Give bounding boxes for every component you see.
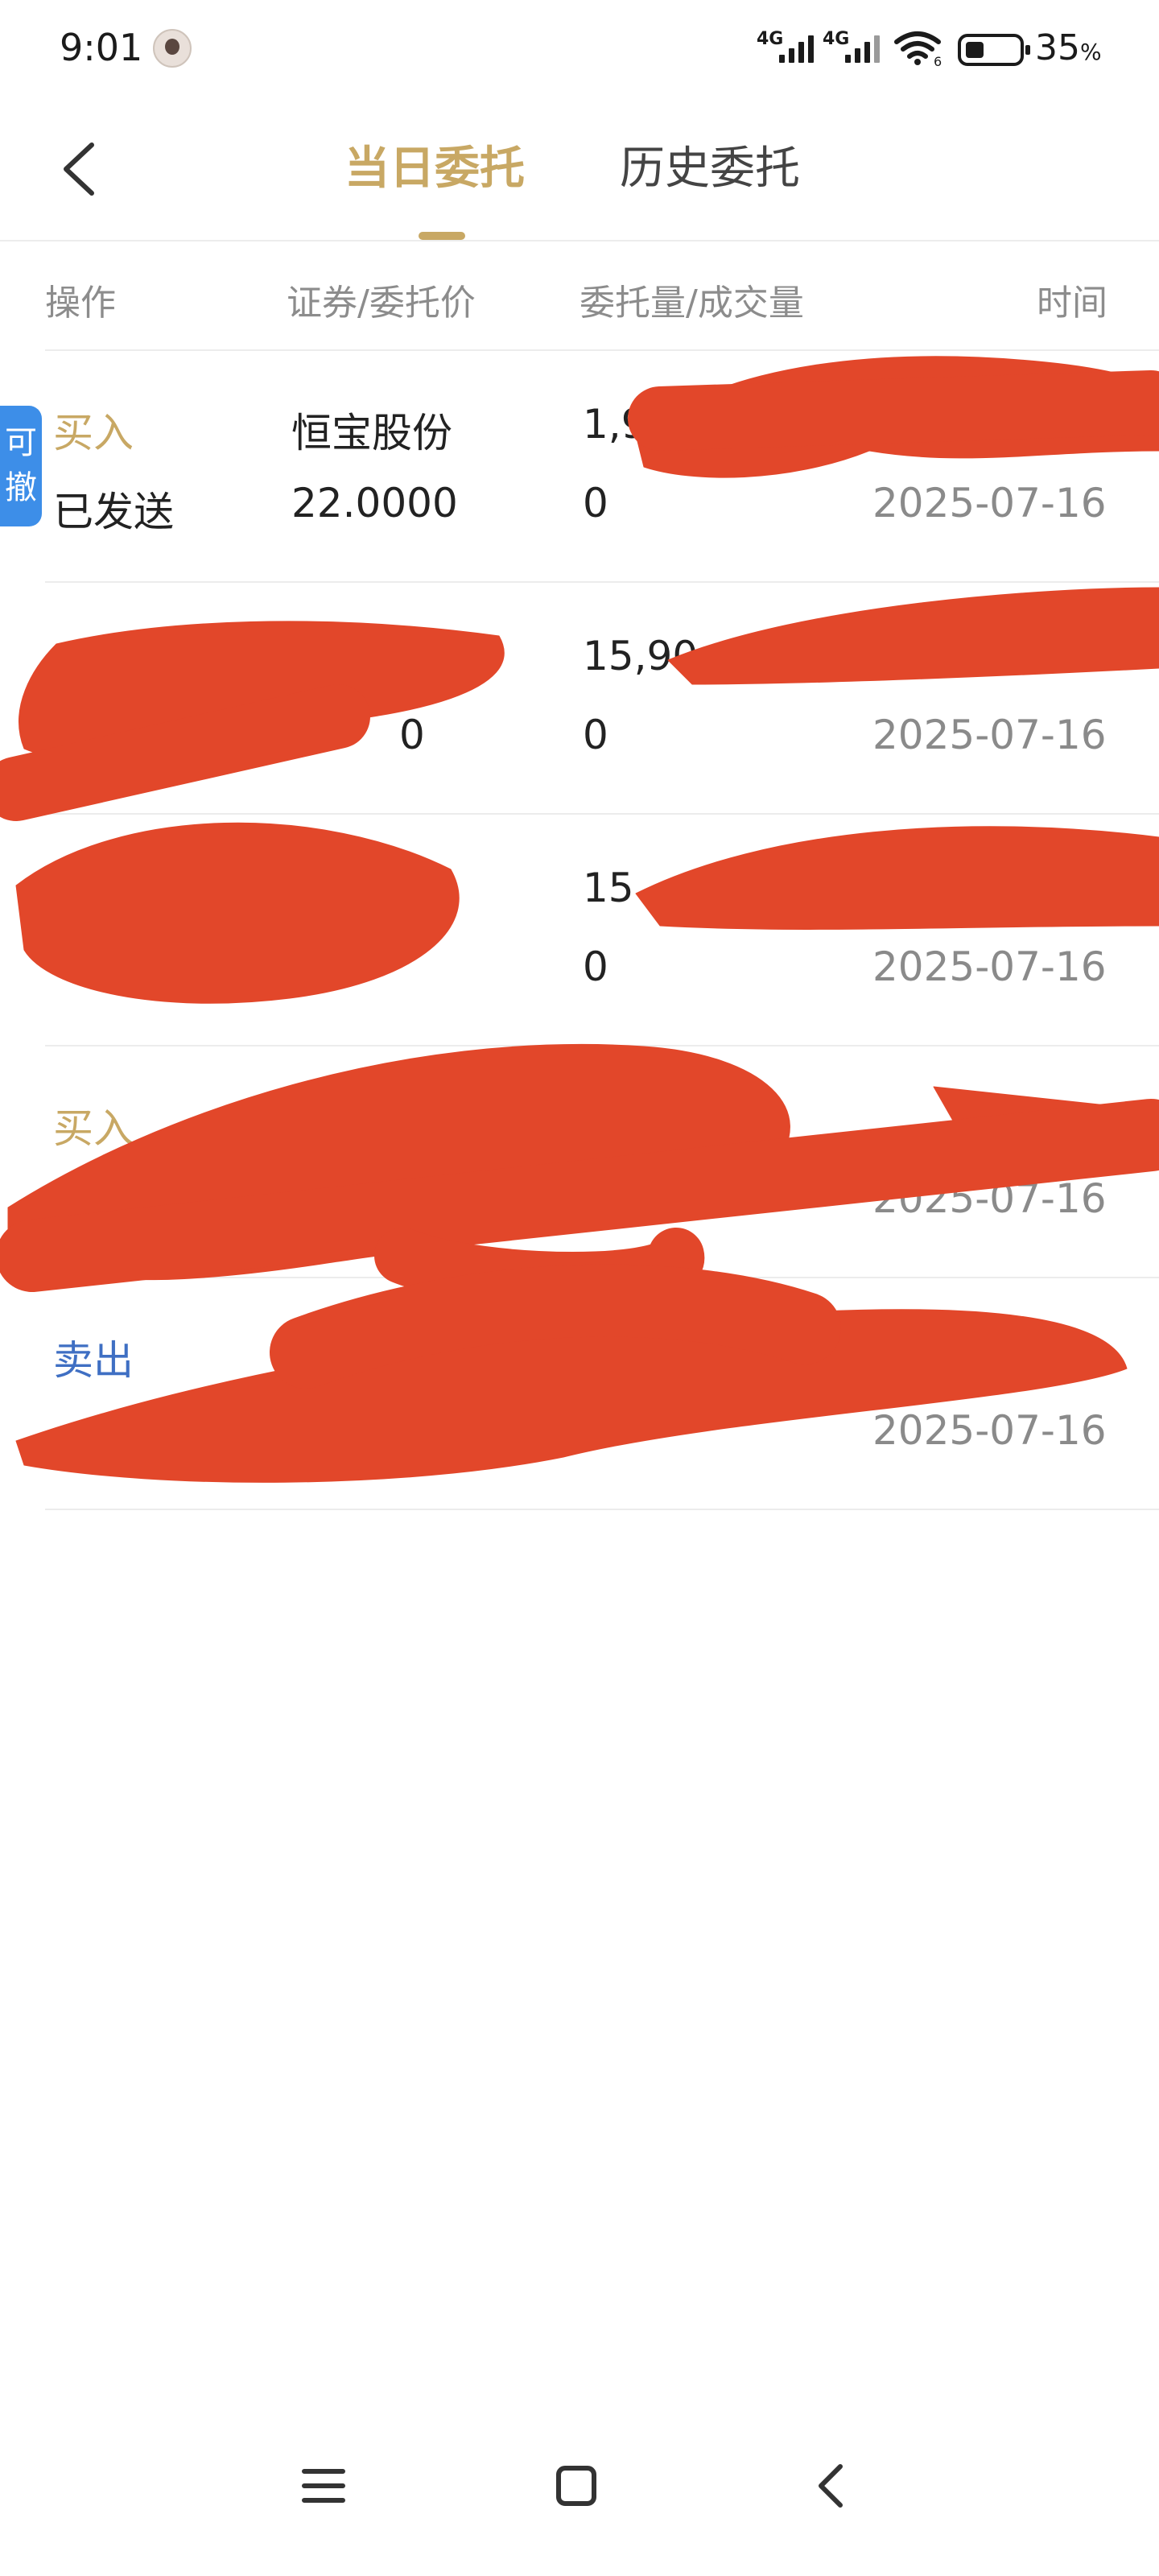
filled-quantity: 0: [583, 480, 608, 526]
column-header-time: 时间: [1037, 283, 1107, 324]
order-date: 2025-07-16: [872, 1175, 1107, 1222]
order-date: 2025-07-16: [872, 712, 1107, 758]
order-quantity: 15,90: [583, 633, 699, 679]
battery-icon: [958, 34, 1030, 66]
column-header-quantity: 委托量/成交量: [580, 283, 804, 324]
order-action: 卖出: [53, 1337, 134, 1384]
order-date: 2025-07-16: [872, 943, 1107, 990]
status-bar: 9:01 4G 4G 6 35%: [0, 0, 1159, 105]
wifi-label: 6: [934, 54, 942, 66]
status-time: 9:01: [60, 26, 143, 69]
order-row[interactable]: 15 0 2025-07-16: [0, 815, 1159, 1045]
wifi-icon: 6: [894, 31, 942, 66]
divider: [45, 1509, 1159, 1510]
order-quantity: 1,9: [583, 401, 647, 448]
order-row[interactable]: 卖出 2025-07-16: [0, 1278, 1159, 1509]
order-row[interactable]: 买入 2025-07-16: [0, 1046, 1159, 1277]
cellular-signal-icon: 4G: [757, 29, 816, 64]
network-type-label: 4G: [757, 29, 784, 49]
order-status: 已发送: [53, 489, 174, 535]
revocable-badge[interactable]: 可撤: [0, 406, 42, 526]
menu-icon[interactable]: [301, 2463, 346, 2508]
order-date: 2025-07-16: [872, 1407, 1107, 1454]
tab-today-orders[interactable]: 当日委托: [344, 132, 525, 197]
order-quantity: 15: [583, 865, 634, 911]
network-type-label: 4G: [823, 29, 850, 49]
battery-percent: 35%: [1035, 27, 1102, 68]
order-action: 买: [53, 642, 93, 688]
order-price: 0: [399, 712, 425, 758]
filled-quantity: 0: [583, 943, 608, 990]
header-divider: [0, 240, 1159, 242]
order-action: 买入: [53, 410, 134, 456]
filled-quantity: 0: [583, 712, 608, 758]
home-icon[interactable]: [554, 2463, 599, 2508]
order-action: 买入: [53, 1105, 134, 1152]
active-tab-indicator: [419, 232, 465, 240]
tab-history-orders[interactable]: 历史委托: [620, 132, 800, 197]
order-date: 2025-07-16: [872, 480, 1107, 526]
order-price: 22.0000: [291, 480, 458, 526]
cellular-signal-icon: 4G: [823, 29, 882, 64]
avatar-icon: [153, 29, 192, 68]
order-row[interactable]: 买 0 15,90 0 2025-07-16: [0, 583, 1159, 813]
column-header-operation: 操作: [45, 283, 116, 324]
order-row[interactable]: 可撤 买入 已发送 恒宝股份 22.0000 1,9 0 2025-07-16: [0, 351, 1159, 581]
column-header-security-price: 证券/委托价: [287, 283, 476, 324]
order-security: 恒宝股份: [291, 410, 452, 456]
nav-back-icon[interactable]: [810, 2463, 855, 2508]
back-arrow-icon[interactable]: [55, 138, 103, 200]
